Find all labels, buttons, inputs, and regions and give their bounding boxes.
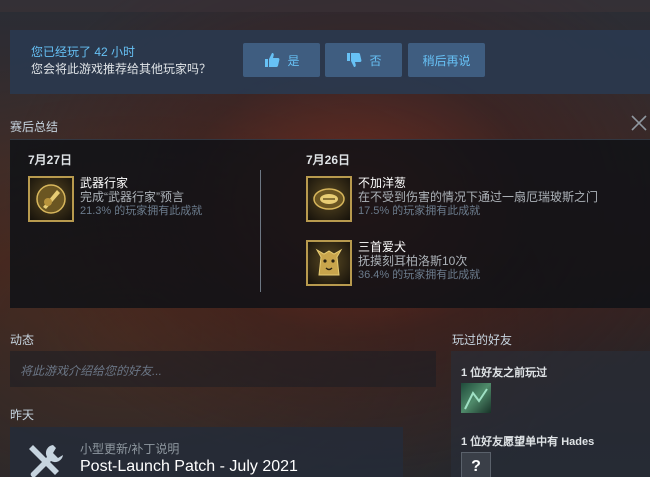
friend-avatar[interactable] — [461, 383, 491, 413]
achievement-title: 三首爱犬 — [358, 240, 407, 254]
achievement-item[interactable]: 三首爱犬 抚摸刻耳柏洛斯10次 36.4% 的玩家拥有此成就 — [306, 240, 480, 286]
recommend-no-button[interactable]: 否 — [325, 43, 402, 77]
summary-date: 7月26日 — [306, 153, 351, 167]
patch-notes-card[interactable]: 小型更新/补丁说明 Post-Launch Patch - July 2021 — [10, 427, 403, 477]
thumbs-up-icon — [263, 51, 281, 69]
achievement-desc: 在不受到伤害的情况下通过一扇厄瑞玻斯之门 — [358, 190, 599, 204]
achievement-pct: 17.5% 的玩家拥有此成就 — [358, 205, 481, 217]
recommend-yes-label: 是 — [287, 53, 300, 68]
golden-gate-icon — [306, 176, 352, 222]
friends-played-before: 1 位好友之前玩过 — [461, 367, 548, 379]
summary-heading: 赛后总结 — [10, 120, 59, 134]
recommend-later-button[interactable]: 稍后再说 — [408, 43, 485, 77]
activity-heading: 动态 — [10, 333, 35, 347]
recommend-text: 您已经玩了 42 小时 您会将此游戏推荐给其他玩家吗？ — [31, 44, 211, 78]
summary-divider — [260, 170, 261, 292]
post-title[interactable]: Post-Launch Patch - July 2021 — [80, 458, 298, 476]
yesterday-heading: 昨天 — [10, 408, 35, 422]
post-type: 小型更新/补丁说明 — [80, 442, 180, 456]
achievement-title: 不加洋葱 — [358, 176, 407, 190]
close-icon[interactable] — [630, 114, 648, 132]
friends-panel: 1 位好友之前玩过 1 位好友愿望单中有 Hades ? — [451, 351, 650, 477]
achievement-pct: 21.3% 的玩家拥有此成就 — [80, 205, 203, 217]
unknown-avatar[interactable]: ? — [461, 452, 491, 477]
achievement-texts: 武器行家 完成“武器行家”预言 21.3% 的玩家拥有此成就 — [80, 176, 202, 222]
achievement-desc: 完成“武器行家”预言 — [80, 190, 184, 204]
achievement-desc: 抚摸刻耳柏洛斯10次 — [358, 254, 468, 268]
recommend-no-label: 否 — [369, 53, 382, 68]
recommend-question: 您会将此游戏推荐给其他玩家吗？ — [31, 62, 212, 76]
achievement-pct: 36.4% 的玩家拥有此成就 — [358, 269, 481, 281]
achievement-title: 武器行家 — [80, 176, 129, 190]
recommend-yes-button[interactable]: 是 — [243, 43, 320, 77]
thumbs-down-icon — [345, 51, 363, 69]
friends-heading: 玩过的好友 — [452, 333, 513, 347]
recommend-panel: 您已经玩了 42 小时 您会将此游戏推荐给其他玩家吗？ 是 否 稍后再说 — [10, 30, 650, 94]
achievement-item[interactable]: 不加洋葱 在不受到伤害的情况下通过一扇厄瑞玻斯之门 17.5% 的玩家拥有此成就 — [306, 176, 598, 222]
playtime-text: 您已经玩了 42 小时 — [31, 45, 136, 59]
golden-dog-icon — [306, 240, 352, 286]
top-strip — [0, 0, 650, 12]
activity-share-input[interactable]: 将此游戏介绍给您的好友... — [10, 351, 436, 387]
achievement-texts: 三首爱犬 抚摸刻耳柏洛斯10次 36.4% 的玩家拥有此成就 — [358, 240, 480, 286]
summary-panel: 7月27日 武器行家 完成“武器行家”预言 21.3% 的玩家拥有此成就 7月2… — [10, 139, 650, 308]
golden-weapon-icon — [28, 176, 74, 222]
achievement-texts: 不加洋葱 在不受到伤害的情况下通过一扇厄瑞玻斯之门 17.5% 的玩家拥有此成就 — [358, 176, 598, 222]
friends-wishlist: 1 位好友愿望单中有 Hades — [461, 436, 595, 448]
tools-icon — [23, 439, 67, 477]
summary-date: 7月27日 — [28, 153, 73, 167]
achievement-item[interactable]: 武器行家 完成“武器行家”预言 21.3% 的玩家拥有此成就 — [28, 176, 202, 222]
